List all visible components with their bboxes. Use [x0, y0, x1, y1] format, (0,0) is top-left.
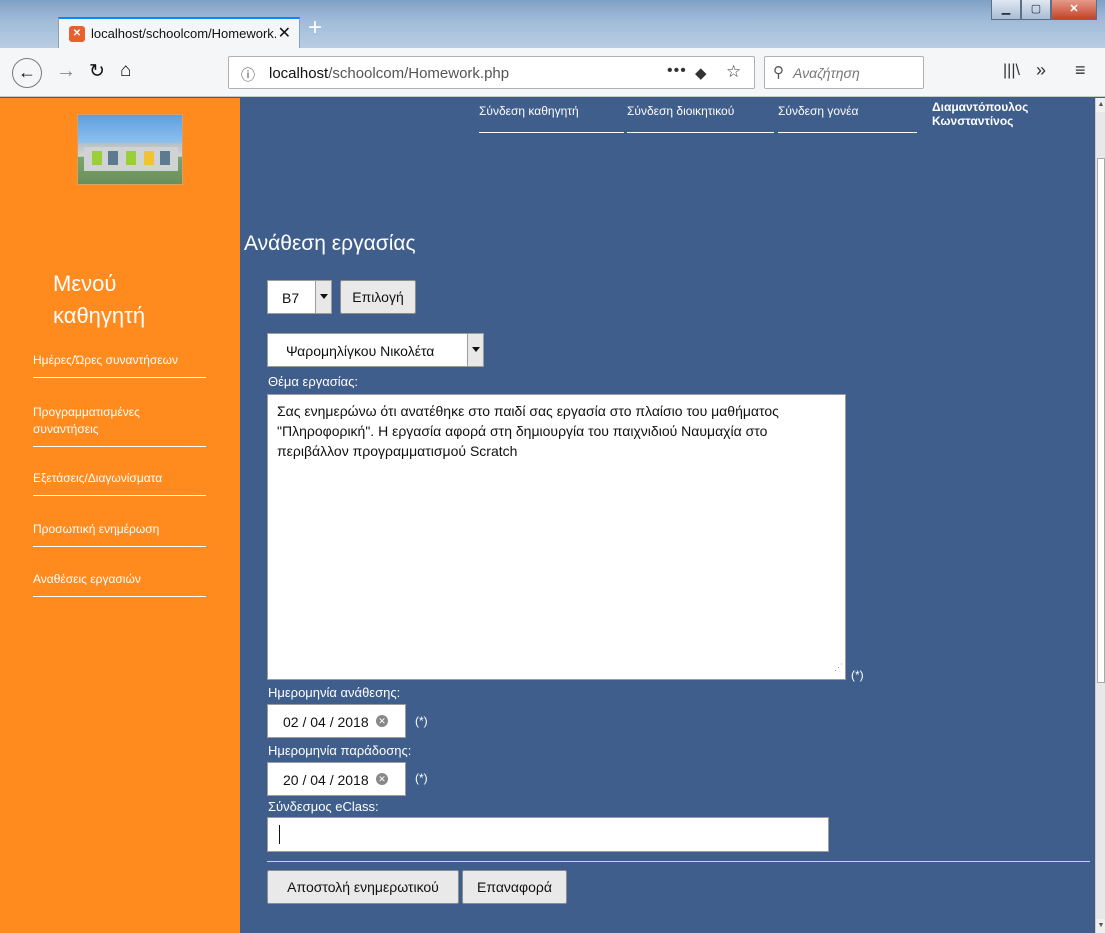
teacher-login-link[interactable]: Σύνδεση καθηγητή — [479, 104, 624, 133]
browser-titlebar: ✕ localhost/schoolcom/Homework.php ✕ + ▁… — [0, 0, 1105, 48]
send-notification-button[interactable]: Αποστολή ενημερωτικού — [267, 870, 459, 904]
library-icon[interactable]: |||\ — [1003, 62, 1020, 80]
maximize-icon[interactable]: ▢ — [1021, 0, 1051, 20]
new-tab-icon[interactable]: + — [308, 16, 322, 40]
scroll-thumb[interactable] — [1097, 158, 1105, 683]
sidebar: Μενού καθηγητή Ημέρες/Ώρες συναντήσεων Π… — [0, 98, 240, 933]
menu-title: Μενού καθηγητή — [53, 271, 146, 328]
due-date-label: Ημερομηνία παράδοσης: — [268, 743, 412, 758]
student-select[interactable]: Ψαρομηλίγκου Νικολέτα — [267, 333, 484, 367]
sidebar-item-personal-update[interactable]: Προσωπική ενημέρωση — [33, 521, 206, 547]
subject-label: Θέμα εργασίας: — [268, 374, 359, 389]
xampp-icon: ✕ — [69, 26, 85, 42]
minimize-icon[interactable]: ▁ — [991, 0, 1021, 20]
required-mark: (*) — [851, 668, 864, 682]
assign-date-label: Ημερομηνία ανάθεσης: — [268, 685, 401, 700]
clear-date-icon[interactable]: ✕ — [376, 715, 388, 727]
admin-login-link[interactable]: Σύνδεση διοικητικού — [627, 104, 774, 133]
scrollbar[interactable]: ▲ ▼ — [1095, 98, 1105, 933]
page-viewport: Μενού καθηγητή Ημέρες/Ώρες συναντήσεων Π… — [0, 98, 1105, 933]
window-close-icon[interactable]: ✕ — [1051, 0, 1097, 20]
url-text: localhost/schoolcom/Homework.php — [269, 65, 510, 82]
clear-date-icon[interactable]: ✕ — [376, 773, 388, 785]
reload-icon[interactable]: ↻ — [89, 60, 105, 83]
address-bar[interactable]: ⓘ localhost/schoolcom/Homework.php ••• ◆… — [228, 56, 755, 89]
required-mark: (*) — [415, 714, 428, 728]
select-class-button[interactable]: Επιλογή — [340, 280, 416, 314]
bookmark-star-icon[interactable]: ☆ — [726, 62, 741, 82]
hamburger-menu-icon[interactable]: ≡ — [1075, 60, 1086, 81]
overflow-chevron-icon[interactable]: » — [1036, 60, 1046, 81]
tab-title: localhost/schoolcom/Homework.php — [91, 26, 276, 41]
eclass-label: Σύνδεσμος eClass: — [268, 799, 379, 814]
user-name: Διαμαντόπουλος Κωνσταντίνος — [932, 100, 1029, 128]
chevron-down-icon — [315, 281, 331, 313]
class-select[interactable]: B7 — [267, 280, 332, 314]
close-tab-icon[interactable]: ✕ — [278, 23, 291, 43]
window-controls: ▁ ▢ ✕ — [991, 0, 1097, 20]
sidebar-item-homework[interactable]: Αναθέσεις εργασιών — [33, 571, 206, 597]
back-icon[interactable]: ← — [12, 58, 42, 88]
sidebar-item-meeting-times[interactable]: Ημέρες/Ώρες συναντήσεων — [33, 352, 206, 378]
home-icon[interactable]: ⌂ — [120, 60, 131, 82]
browser-tab[interactable]: ✕ localhost/schoolcom/Homework.php ✕ — [58, 17, 300, 48]
page-title: Ανάθεση εργασίας — [244, 232, 416, 255]
search-input[interactable]: ⚲ Αναζήτηση — [764, 56, 924, 89]
school-image — [77, 114, 183, 185]
required-mark: (*) — [415, 771, 428, 785]
text-caret — [279, 825, 280, 844]
resize-grip-icon[interactable]: ⋰ — [834, 657, 843, 677]
scroll-up-icon[interactable]: ▲ — [1096, 98, 1105, 112]
divider — [267, 861, 1090, 862]
reset-button[interactable]: Επαναφορά — [462, 870, 567, 904]
parent-login-link[interactable]: Σύνδεση γονέα — [778, 104, 917, 133]
search-placeholder: Αναζήτηση — [793, 65, 860, 81]
sidebar-item-scheduled-meetings[interactable]: Προγραμματισμένες συναντήσεις — [33, 404, 206, 447]
page-actions-icon[interactable]: ••• — [667, 62, 687, 80]
info-icon[interactable]: ⓘ — [241, 65, 255, 85]
subject-textarea[interactable]: Σας ενημερώνω ότι ανατέθηκε στο παιδί σα… — [267, 394, 846, 680]
chevron-down-icon — [467, 334, 483, 366]
eclass-link-input[interactable] — [267, 817, 829, 852]
browser-navbar: ← → ↻ ⌂ ⓘ localhost/schoolcom/Homework.p… — [0, 48, 1105, 97]
assign-date-input[interactable]: 02 / 04 / 2018 ✕ — [267, 704, 406, 738]
forward-icon[interactable]: → — [56, 60, 76, 83]
scroll-down-icon[interactable]: ▼ — [1096, 919, 1105, 933]
pocket-icon[interactable]: ◆ — [695, 64, 707, 82]
search-icon: ⚲ — [773, 64, 784, 81]
sidebar-item-exams[interactable]: Εξετάσεις/Διαγωνίσματα — [33, 470, 206, 496]
due-date-input[interactable]: 20 / 04 / 2018 ✕ — [267, 762, 406, 796]
